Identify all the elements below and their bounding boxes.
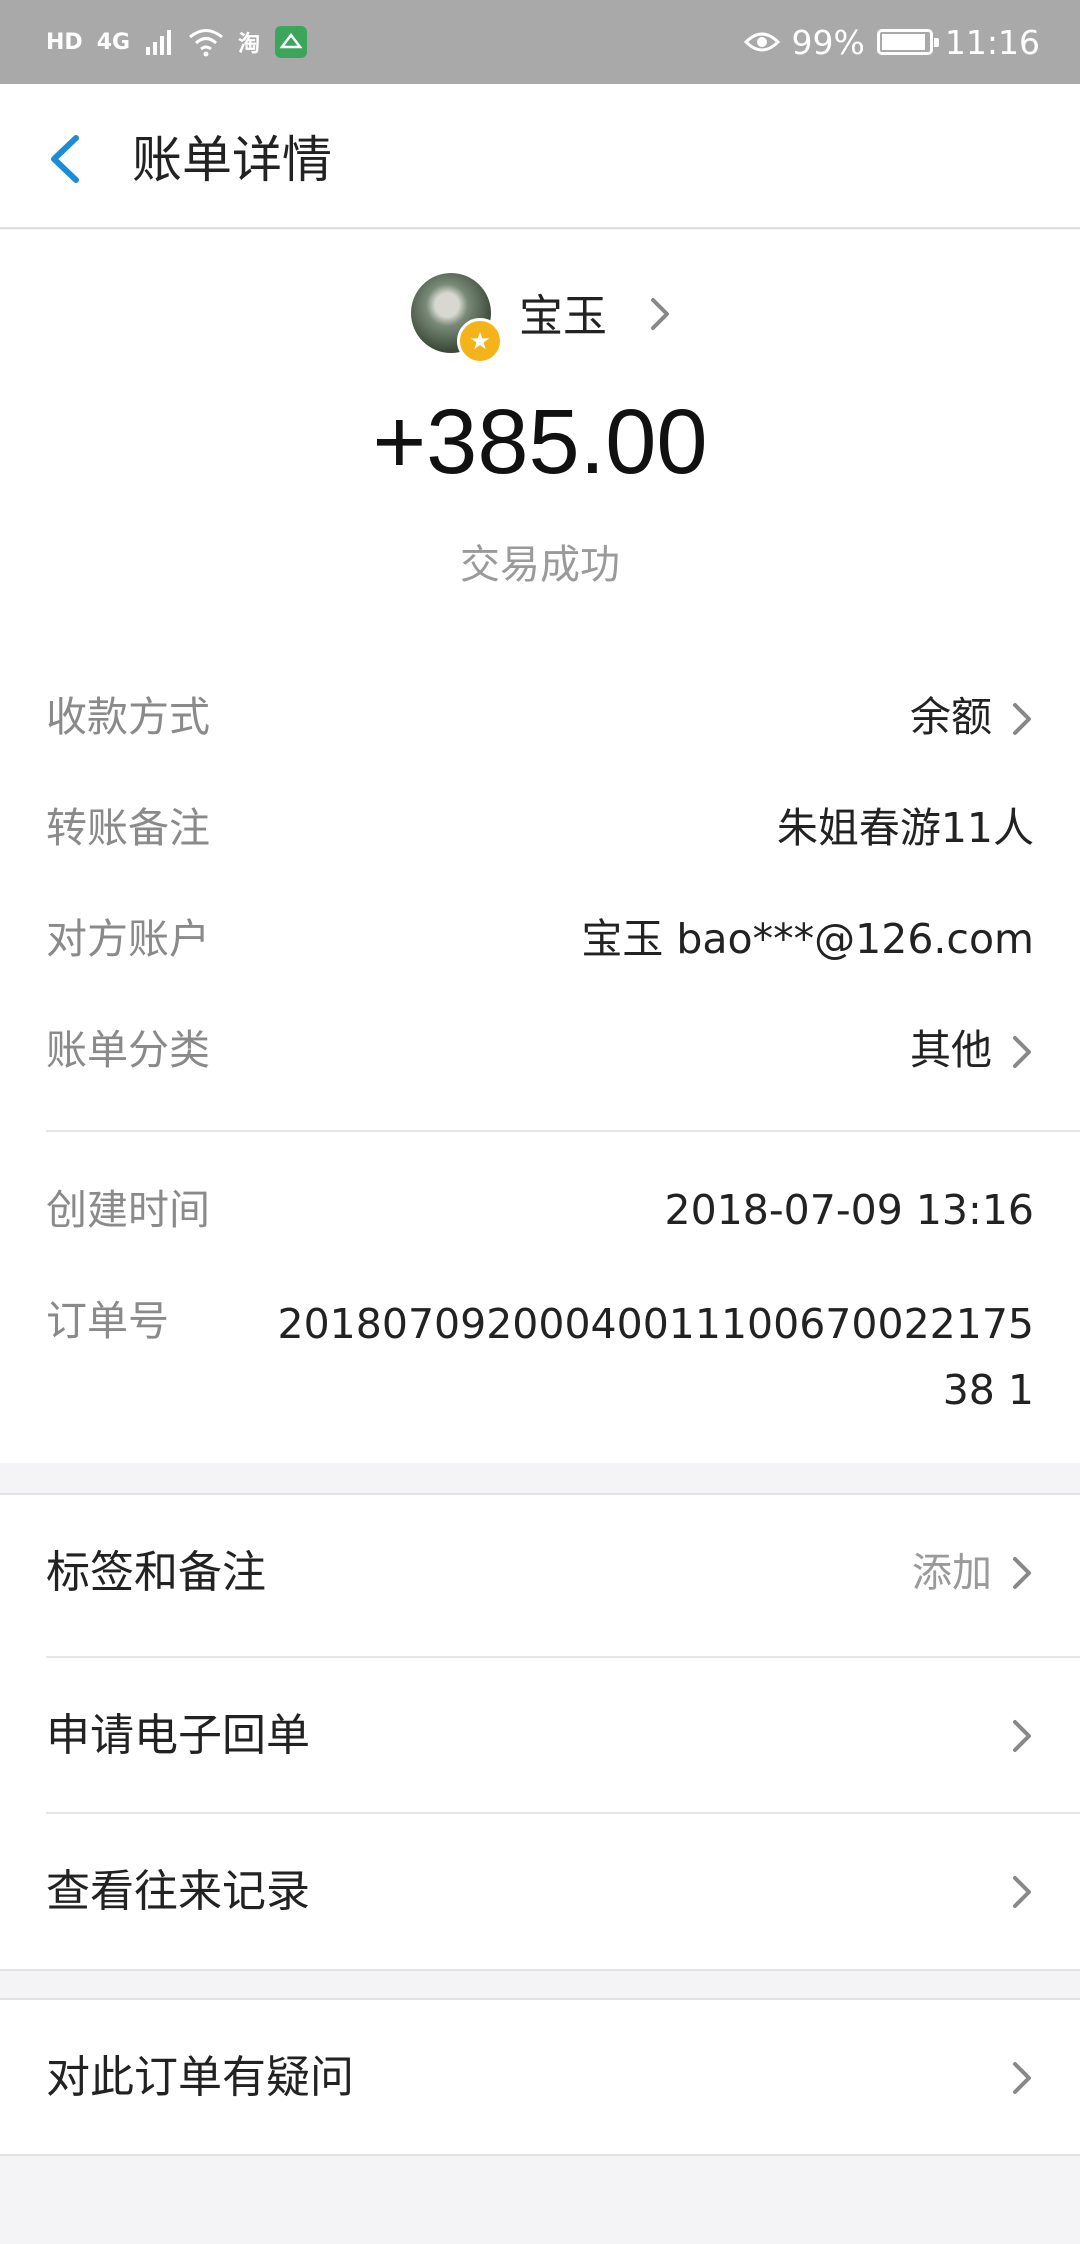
eye-comfort-icon	[743, 32, 780, 52]
status-bar-right: 99% 11:16	[743, 22, 1040, 62]
transaction-amount: +385.00	[372, 391, 708, 493]
row-payment-method[interactable]: 收款方式 余额	[46, 687, 1034, 747]
row-label: 收款方式	[46, 693, 210, 741]
chevron-right-icon	[1013, 2062, 1031, 2094]
battery-percent: 99%	[791, 22, 865, 62]
row-order-number: 订单号 2018070920004001110067002217538 1	[0, 1291, 1080, 1431]
signal-icon	[146, 30, 172, 55]
chevron-right-icon	[1013, 1720, 1031, 1752]
chevron-right-icon[interactable]	[648, 294, 672, 334]
order-number-value: 2018070920004001110067002217538 1	[277, 1300, 1034, 1414]
item-label: 对此订单有疑问	[46, 2052, 354, 2103]
row-value: 其他	[910, 1026, 992, 1074]
row-counterparty-account: 对方账户 宝玉 bao***@126.com	[46, 909, 1034, 969]
status-bar-left: HD 4G 淘	[46, 22, 308, 62]
taobao-notification-icon: 淘	[238, 32, 261, 57]
row-label: 对方账户	[46, 915, 210, 963]
row-label: 账单分类	[46, 1026, 210, 1074]
chevron-right-icon	[1013, 703, 1031, 735]
status-bar: HD 4G 淘 99% 11:16	[0, 0, 1080, 84]
item-label: 申请电子回单	[46, 1710, 310, 1761]
e-receipt-item[interactable]: 申请电子回单	[0, 1658, 1080, 1814]
actions-section: 标签和备注 添加 申请电子回单 查看往来记录	[0, 1493, 1080, 1971]
row-value: 朱姐春游11人	[776, 804, 1034, 852]
add-link[interactable]: 添加	[912, 1495, 992, 1651]
row-value: 余额	[910, 693, 992, 741]
row-transfer-note: 转账备注 朱姐春游11人	[46, 798, 1034, 858]
chevron-right-icon	[1013, 1557, 1031, 1589]
chevron-right-icon	[1013, 1036, 1031, 1068]
row-label: 订单号	[46, 1297, 169, 1345]
clock: 11:16	[944, 22, 1040, 62]
transaction-status: 交易成功	[460, 542, 620, 588]
row-bill-category[interactable]: 账单分类 其他	[46, 1020, 1034, 1080]
item-label: 查看往来记录	[46, 1866, 310, 1917]
app-header: 账单详情	[0, 84, 1080, 229]
bill-summary-card: ★ 宝玉 +385.00 交易成功 收款方式 余额 转账备注 朱姐春游11人 对…	[0, 230, 1080, 1463]
divider	[46, 1130, 1080, 1132]
page-title: 账单详情	[132, 131, 332, 189]
row-created-time: 创建时间 2018-07-09 13:16	[46, 1180, 1034, 1240]
tags-and-notes-item[interactable]: 标签和备注 添加	[0, 1495, 1080, 1651]
wifi-icon	[189, 29, 224, 57]
back-arrow-icon[interactable]	[40, 124, 100, 194]
row-label: 转账备注	[46, 804, 210, 852]
star-badge-icon: ★	[457, 318, 503, 364]
payee-name[interactable]: 宝玉	[519, 280, 607, 344]
chevron-right-icon	[1013, 1876, 1031, 1908]
network-type: 4G	[96, 29, 131, 55]
row-label: 创建时间	[46, 1186, 210, 1234]
app-notification-icon	[275, 26, 308, 58]
item-label: 标签和备注	[46, 1547, 266, 1598]
hd-indicator: HD	[46, 29, 83, 55]
transaction-history-item[interactable]: 查看往来记录	[0, 1814, 1080, 1970]
row-value: 宝玉 bao***@126.com	[581, 915, 1034, 963]
battery-icon	[876, 29, 939, 55]
question-section: 对此订单有疑问	[0, 1998, 1080, 2156]
row-value: 2018-07-09 13:16	[664, 1186, 1034, 1234]
order-question-item[interactable]: 对此订单有疑问	[0, 2000, 1080, 2156]
